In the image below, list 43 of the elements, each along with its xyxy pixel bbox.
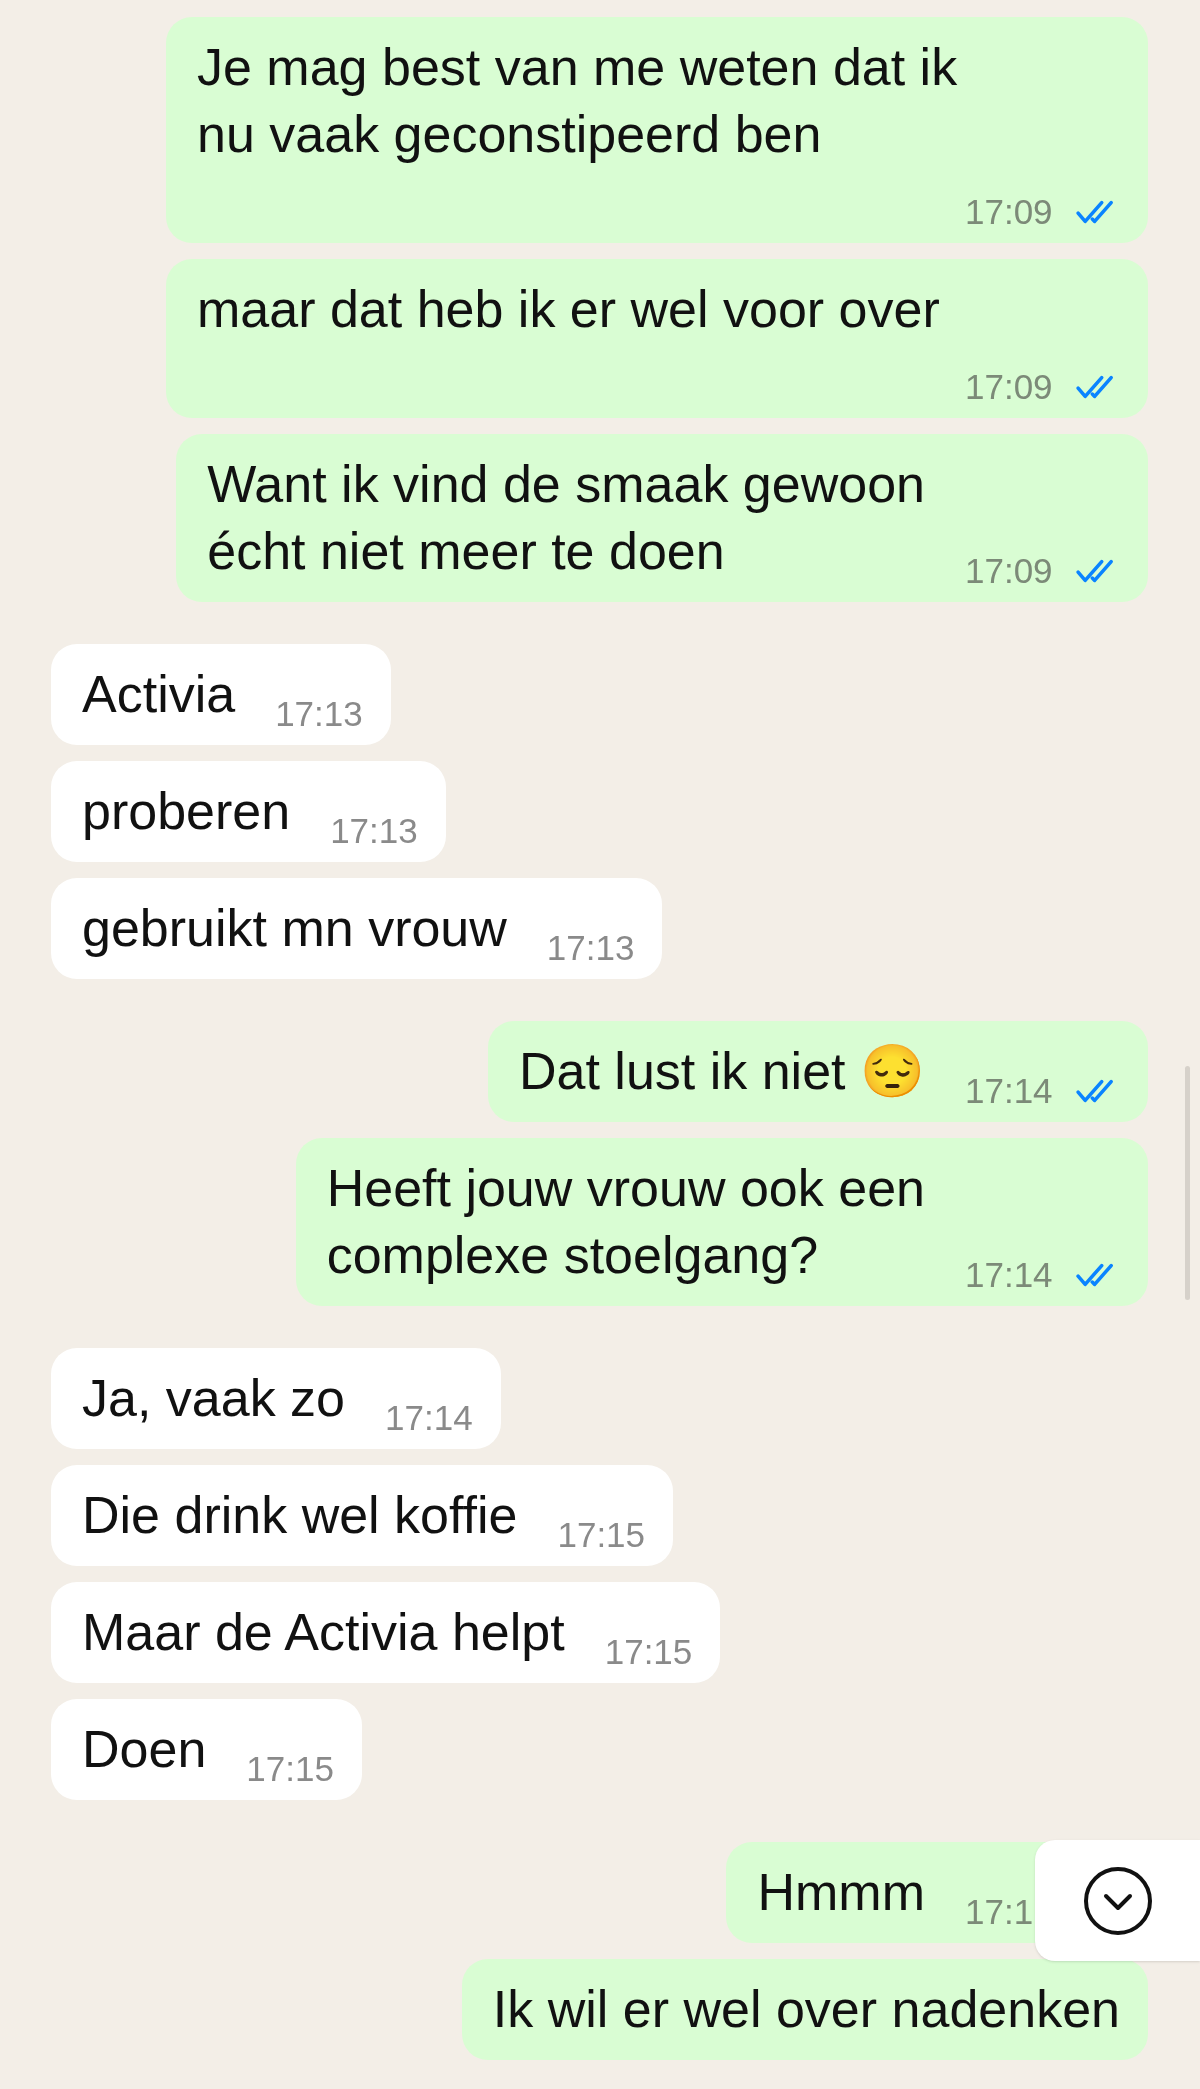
- message-bubble[interactable]: Ja, vaak zo 17:14: [51, 1348, 501, 1449]
- message-time: 17:14: [965, 1255, 1053, 1295]
- message-time: 17:09: [965, 192, 1053, 232]
- message-time: 17:13: [330, 811, 418, 851]
- message-text: Activia: [82, 664, 236, 725]
- message-text: Doen: [82, 1719, 207, 1780]
- message-bubble[interactable]: Ik wil er wel over nadenken: [461, 1959, 1148, 2060]
- message-text: gebruikt mn vrouw: [82, 898, 507, 959]
- message-time: 17:13: [546, 928, 635, 968]
- message-bubble[interactable]: Je mag best van me weten dat ik nu vaak geconstipeerd ben 17:09: [166, 17, 1148, 243]
- message-text: Je mag best van me weten dat ik nu vaak geconstipeerd ben: [197, 37, 958, 165]
- message-text: Dat lust ik niet 😔: [518, 1041, 925, 1102]
- message-bubble[interactable]: proberen 17:13: [51, 761, 446, 862]
- message-time: 17:14: [965, 1071, 1053, 1111]
- message-text: Heeft jouw vrouw ook een complexe stoelgang?: [326, 1158, 925, 1286]
- message-bubble[interactable]: Activia 17:13: [51, 644, 391, 745]
- message-time: 17:15: [246, 1749, 334, 1789]
- message-time: 17:09: [965, 367, 1053, 407]
- message-text: proberen: [82, 781, 291, 842]
- message-text: maar dat heb ik er wel voor over: [197, 279, 940, 340]
- message-bubble[interactable]: maar dat heb ik er wel voor over 17:09: [166, 259, 1148, 418]
- message-text: Ja, vaak zo: [82, 1368, 346, 1429]
- message-time: 17:09: [965, 551, 1053, 591]
- chevron-down-icon: [1082, 1865, 1153, 1936]
- message-bubble[interactable]: Want ik vind de smaak gewoon écht niet meer te doen 17:09: [176, 434, 1148, 602]
- scrollbar[interactable]: [1185, 1066, 1190, 1300]
- message-bubble[interactable]: gebruikt mn vrouw 17:13: [51, 878, 663, 979]
- message-time: 17:1: [965, 1892, 1034, 1932]
- message-text: Ik wil er wel over nadenken: [492, 1979, 1120, 2040]
- message-bubble[interactable]: Dat lust ik niet 😔 17:14: [487, 1021, 1148, 1122]
- message-text: Maar de Activia helpt: [82, 1602, 565, 1663]
- message-bubble[interactable]: Maar de Activia helpt 17:15: [51, 1582, 721, 1683]
- message-time: 17:14: [385, 1398, 473, 1438]
- message-bubble[interactable]: Die drink wel koffie 17:15: [51, 1465, 674, 1566]
- message-text: Hmmm: [757, 1862, 925, 1923]
- message-time: 17:13: [275, 694, 363, 734]
- message-text: Die drink wel koffie: [82, 1485, 518, 1546]
- message-time: 17:15: [604, 1632, 693, 1672]
- message-bubble[interactable]: Doen 17:15: [51, 1699, 362, 1800]
- message-text: Want ik vind de smaak gewoon écht niet meer te doen: [207, 454, 925, 582]
- message-bubble[interactable]: Heeft jouw vrouw ook een complexe stoelgang? 17:14: [295, 1138, 1148, 1306]
- message-time: 17:15: [557, 1515, 646, 1555]
- scroll-down-button[interactable]: [1082, 1865, 1153, 1936]
